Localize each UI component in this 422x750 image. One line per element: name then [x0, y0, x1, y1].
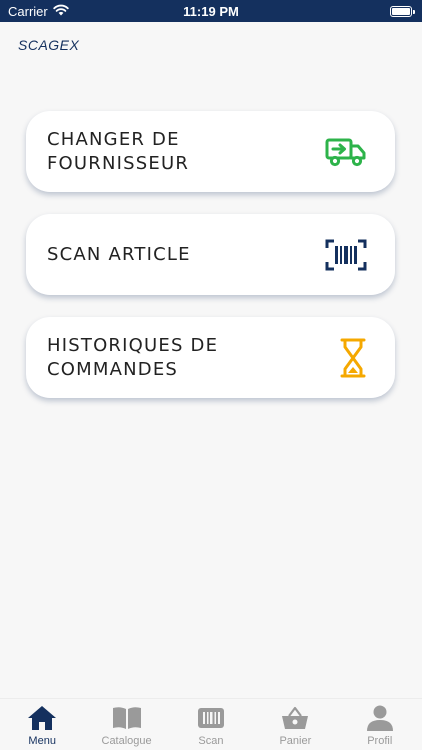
app-brand: SCAGEX: [18, 37, 80, 53]
order-history-button[interactable]: HISTORIQUES DE COMMANDES: [26, 317, 395, 398]
order-history-label: HISTORIQUES DE COMMANDES: [47, 334, 219, 380]
tab-panier[interactable]: Panier: [253, 703, 337, 747]
barcode-scan-icon: [325, 238, 367, 272]
battery-icon: [390, 5, 415, 17]
tab-profil[interactable]: Profil: [338, 703, 422, 747]
tab-menu[interactable]: Menu: [0, 703, 84, 747]
scan-article-label: SCAN ARTICLE: [47, 243, 191, 265]
tab-catalogue[interactable]: Catalogue: [85, 703, 169, 747]
change-supplier-button[interactable]: CHANGER DE FOURNISSEUR: [26, 111, 395, 192]
tab-catalogue-label: Catalogue: [101, 735, 152, 747]
tab-bar: Menu Catalogue Scan Panier Profil: [0, 698, 422, 750]
home-icon: [27, 703, 57, 733]
change-supplier-label: CHANGER DE FOURNISSEUR: [47, 128, 190, 174]
barcode-icon: [197, 703, 225, 733]
book-icon: [112, 703, 142, 733]
hourglass-icon: [339, 337, 367, 379]
tab-scan-label: Scan: [198, 735, 224, 747]
delivery-truck-icon: [325, 137, 367, 167]
tab-scan[interactable]: Scan: [169, 703, 253, 747]
basket-icon: [281, 703, 309, 733]
scan-article-button[interactable]: SCAN ARTICLE: [26, 214, 395, 295]
status-bar: Carrier 11:19 PM: [0, 0, 422, 22]
user-icon: [366, 703, 394, 733]
tab-panier-label: Panier: [279, 735, 312, 747]
wifi-icon: [53, 4, 69, 19]
tab-profil-label: Profil: [367, 735, 393, 747]
carrier-label: Carrier: [8, 3, 48, 19]
tab-menu-label: Menu: [28, 735, 56, 747]
